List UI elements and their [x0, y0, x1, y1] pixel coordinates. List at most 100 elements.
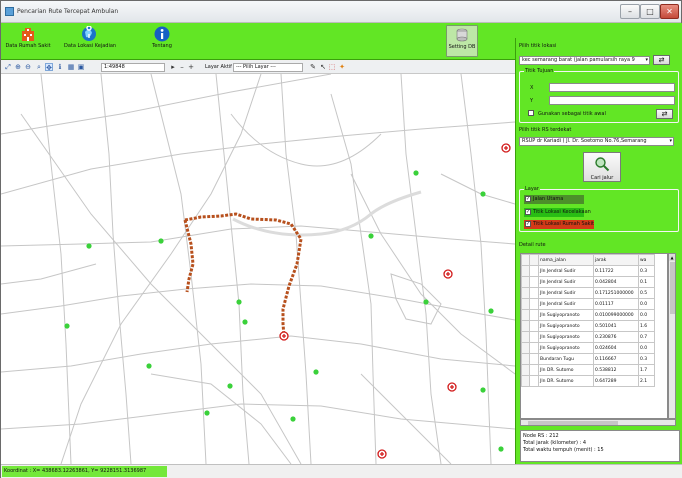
table-row[interactable]: Jln DR. Sutomo 0.538812 1.7 — [521, 364, 655, 376]
table-cell[interactable]: 0.3 — [638, 265, 655, 277]
y-input[interactable] — [549, 96, 675, 105]
table-cell[interactable]: 0.501041 — [593, 320, 639, 332]
table-cell[interactable]: 0.11722 — [593, 265, 639, 277]
table-cell[interactable]: 0.0 — [638, 309, 655, 321]
select-feature-icon[interactable]: ⬚ — [328, 63, 336, 71]
row-selector[interactable] — [529, 320, 539, 332]
table-cell[interactable]: 0.647289 — [593, 375, 639, 387]
table-cell[interactable]: Jln DR. Sutomo — [538, 375, 594, 387]
tentang-button[interactable]: Tentang — [147, 25, 177, 57]
table-cell[interactable]: 0.042804 — [593, 276, 639, 288]
layer-select[interactable]: --- Pilih Layar --- — [233, 63, 303, 72]
minimize-button[interactable]: – — [620, 4, 640, 19]
pan-icon[interactable]: ✥ — [45, 63, 53, 72]
select-icon[interactable]: ▣ — [77, 63, 85, 71]
table-row[interactable]: Jln Sugiyopranoto 0.230876 0.7 — [521, 331, 655, 343]
row-header[interactable] — [521, 364, 530, 376]
row-selector[interactable] — [529, 375, 539, 387]
table-row[interactable]: Jln Sugiyopranoto 0.501041 1.6 — [521, 320, 655, 332]
table-cell[interactable]: Jln Sugiyopranoto — [538, 309, 594, 321]
table-cell[interactable]: 0.1 — [638, 276, 655, 288]
table-cell[interactable]: 0.538812 — [593, 364, 639, 376]
cari-jalur-button[interactable]: Cari jalur — [583, 152, 621, 182]
identify-icon[interactable]: ℹ — [56, 63, 64, 71]
table-horizontal-scrollbar[interactable] — [520, 419, 676, 426]
scale-plus-icon[interactable]: + — [187, 63, 195, 71]
row-selector[interactable] — [529, 276, 539, 288]
table-row[interactable]: Bundaran Tugu 0.116667 0.3 — [521, 353, 655, 365]
table-cell[interactable]: 1.7 — [638, 364, 655, 376]
row-header[interactable] — [521, 287, 530, 299]
data-rumah-sakit-button[interactable]: Data Rumah Sakit — [5, 25, 51, 57]
scroll-thumb[interactable] — [670, 262, 675, 314]
table-vertical-scrollbar[interactable]: ▲ — [668, 253, 676, 419]
rs-terdekat-select[interactable]: RSUP dr Kariadi ( Jl. Dr. Soetomo No.76,… — [519, 137, 674, 146]
pointer-icon[interactable]: ↖ — [319, 63, 327, 71]
map-canvas[interactable] — [1, 74, 515, 464]
table-cell[interactable]: 0.01117 — [593, 298, 639, 310]
layer-lokasi-kecelakaan[interactable]: ✓ Titik Lokasi Kecelakaan — [524, 208, 591, 217]
table-cell[interactable]: Bundaran Tugu — [538, 353, 594, 365]
table-cell[interactable]: 0.3 — [638, 353, 655, 365]
row-header[interactable] — [521, 375, 530, 387]
table-cell[interactable]: 0.230876 — [593, 331, 639, 343]
table-cell[interactable]: Jln Jendral Sudir — [538, 287, 594, 299]
route-detail-table[interactable]: nama_jalan jarak wa Jln Jendral Sudir 0.1… — [520, 253, 668, 419]
table-row[interactable]: Jln Sugiyopranoto 0.010099000000 0.0 — [521, 309, 655, 321]
table-cell[interactable]: 0.171251000000 — [593, 287, 639, 299]
measure-icon[interactable]: ▦ — [67, 63, 75, 71]
table-row[interactable]: Jln Jendral Sudir 0.042804 0.1 — [521, 276, 655, 288]
table-cell[interactable]: Jln DR. Sutomo — [538, 364, 594, 376]
zoom-window-icon[interactable]: ⌕ — [35, 63, 43, 71]
full-extent-icon[interactable]: ⤢ — [4, 63, 12, 71]
table-row[interactable]: Jln Jendral Sudir 0.11722 0.3 — [521, 265, 655, 277]
pilih-titik-select[interactable]: kec semarang barat (jalan pamularsih ray… — [519, 56, 650, 65]
table-cell[interactable]: Jln Jendral Sudir — [538, 298, 594, 310]
row-header[interactable] — [521, 298, 530, 310]
row-selector[interactable] — [529, 353, 539, 365]
layer-jalan-utama[interactable]: ✓ Jalan Utama — [524, 195, 584, 204]
data-lokasi-kejadian-button[interactable]: Data Lokasi Kejadian — [64, 25, 116, 57]
column-header[interactable]: nama_jalan — [538, 254, 594, 266]
table-cell[interactable]: 0.0 — [638, 298, 655, 310]
close-button[interactable]: ✕ — [660, 4, 679, 19]
x-input[interactable] — [549, 83, 675, 92]
table-cell[interactable]: 0.116667 — [593, 353, 639, 365]
row-selector[interactable] — [529, 364, 539, 376]
table-cell[interactable]: Jln Sugiyopranoto — [538, 320, 594, 332]
layer-jalan-utama-checkbox[interactable]: ✓ — [525, 196, 531, 202]
scale-minus-icon[interactable]: – — [178, 63, 186, 71]
scale-down-icon[interactable]: ▸ — [169, 63, 177, 71]
table-cell[interactable]: 2.1 — [638, 375, 655, 387]
row-header[interactable] — [521, 342, 530, 354]
zoom-in-icon[interactable]: ⊕ — [14, 63, 22, 71]
setting-db-button[interactable]: Setting DB — [446, 25, 478, 57]
table-row[interactable]: Jln Jendral Sudir 0.171251000000 0.5 — [521, 287, 655, 299]
table-cell[interactable]: Jln Jendral Sudir — [538, 265, 594, 277]
row-selector[interactable] — [529, 298, 539, 310]
table-cell[interactable]: Jln Sugiyopranoto — [538, 331, 594, 343]
table-cell[interactable]: 0.024604 — [593, 342, 639, 354]
pencil-icon[interactable]: ✎ — [309, 63, 317, 71]
scroll-up-icon[interactable]: ▲ — [669, 254, 675, 261]
zoom-scale-select[interactable]: 1:49848 — [101, 63, 165, 72]
table-row[interactable]: Jln DR. Sutomo 0.647289 2.1 — [521, 375, 655, 387]
gunakan-checkbox[interactable] — [528, 110, 534, 116]
clear-selection-icon[interactable]: ✦ — [338, 63, 346, 71]
table-cell[interactable]: 0.7 — [638, 331, 655, 343]
table-row[interactable]: Jln Jendral Sudir 0.01117 0.0 — [521, 298, 655, 310]
table-cell[interactable]: 1.6 — [638, 320, 655, 332]
row-selector[interactable] — [529, 287, 539, 299]
table-cell[interactable]: 0.5 — [638, 287, 655, 299]
row-selector[interactable] — [529, 309, 539, 321]
row-header[interactable] — [521, 331, 530, 343]
maximize-button[interactable]: □ — [640, 4, 660, 19]
row-header[interactable] — [521, 265, 530, 277]
column-header[interactable]: wa — [638, 254, 655, 266]
hscroll-thumb[interactable] — [528, 421, 618, 425]
swap-icon[interactable]: ⇄ — [653, 55, 670, 65]
row-header[interactable] — [521, 276, 530, 288]
table-row[interactable]: Jln Sugiyopranoto 0.024604 0.0 — [521, 342, 655, 354]
row-header[interactable] — [521, 353, 530, 365]
title-bar[interactable]: Pencarian Rute Tercepat Ambulan – □ ✕ — [1, 1, 681, 23]
